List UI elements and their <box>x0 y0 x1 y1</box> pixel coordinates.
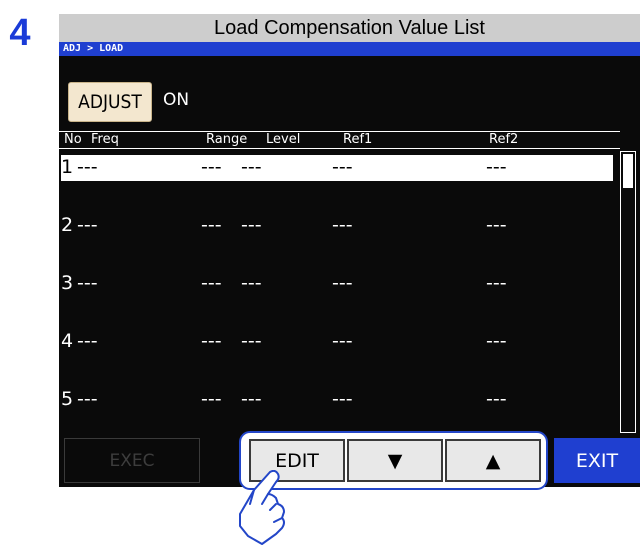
row-number: 5 <box>61 388 74 410</box>
scrollbar[interactable] <box>620 151 636 433</box>
header-ref1: Ref1 <box>343 132 373 147</box>
header-level: Level <box>266 132 301 147</box>
pointing-hand-icon <box>239 470 285 545</box>
row-range: --- <box>201 156 222 178</box>
row-number: 1 <box>61 156 74 178</box>
page-title: Load Compensation Value List <box>59 14 640 42</box>
row-ref2: --- <box>486 214 507 236</box>
row-freq: --- <box>77 330 98 352</box>
table-header: No Freq Range Level Ref1 Ref2 <box>59 131 620 149</box>
row-number: 4 <box>61 330 74 352</box>
row-number: 2 <box>61 214 74 236</box>
breadcrumb: ADJ > LOAD <box>63 43 124 54</box>
row-level: --- <box>241 214 262 236</box>
row-ref1: --- <box>332 330 353 352</box>
exit-button[interactable]: EXIT <box>554 438 640 483</box>
header-range: Range <box>206 132 248 147</box>
row-freq: --- <box>77 272 98 294</box>
row-ref2: --- <box>486 272 507 294</box>
row-freq: --- <box>77 388 98 410</box>
row-level: --- <box>241 388 262 410</box>
row-range: --- <box>201 272 222 294</box>
device-screen: ADJ > LOAD ADJUST ON No Freq Range Level… <box>59 42 640 487</box>
row-ref1: --- <box>332 388 353 410</box>
header-freq: Freq <box>91 132 119 147</box>
row-level: --- <box>241 272 262 294</box>
breadcrumb-bar: ADJ > LOAD <box>59 42 640 56</box>
adjust-button[interactable]: ADJUST <box>68 82 152 122</box>
header-ref2: Ref2 <box>489 132 519 147</box>
scroll-down-button[interactable]: ▼ <box>347 439 443 482</box>
table-row-selected[interactable]: 1 --- --- --- --- --- <box>61 155 613 181</box>
row-ref2: --- <box>486 388 507 410</box>
up-arrow-icon: ▲ <box>485 449 501 472</box>
step-number: 4 <box>9 12 31 54</box>
row-ref2: --- <box>486 156 507 178</box>
row-ref1: --- <box>332 272 353 294</box>
header-no: No <box>64 132 82 147</box>
scrollbar-thumb[interactable] <box>623 154 633 188</box>
row-number: 3 <box>61 272 74 294</box>
row-ref1: --- <box>332 156 353 178</box>
row-level: --- <box>241 330 262 352</box>
row-range: --- <box>201 214 222 236</box>
down-arrow-icon: ▼ <box>387 449 403 472</box>
scroll-up-button[interactable]: ▲ <box>445 439 541 482</box>
row-ref2: --- <box>486 330 507 352</box>
exec-button[interactable]: EXEC <box>64 438 200 483</box>
row-range: --- <box>201 330 222 352</box>
row-freq: --- <box>77 214 98 236</box>
adjust-state: ON <box>163 90 190 110</box>
row-ref1: --- <box>332 214 353 236</box>
row-level: --- <box>241 156 262 178</box>
row-range: --- <box>201 388 222 410</box>
row-freq: --- <box>77 156 98 178</box>
